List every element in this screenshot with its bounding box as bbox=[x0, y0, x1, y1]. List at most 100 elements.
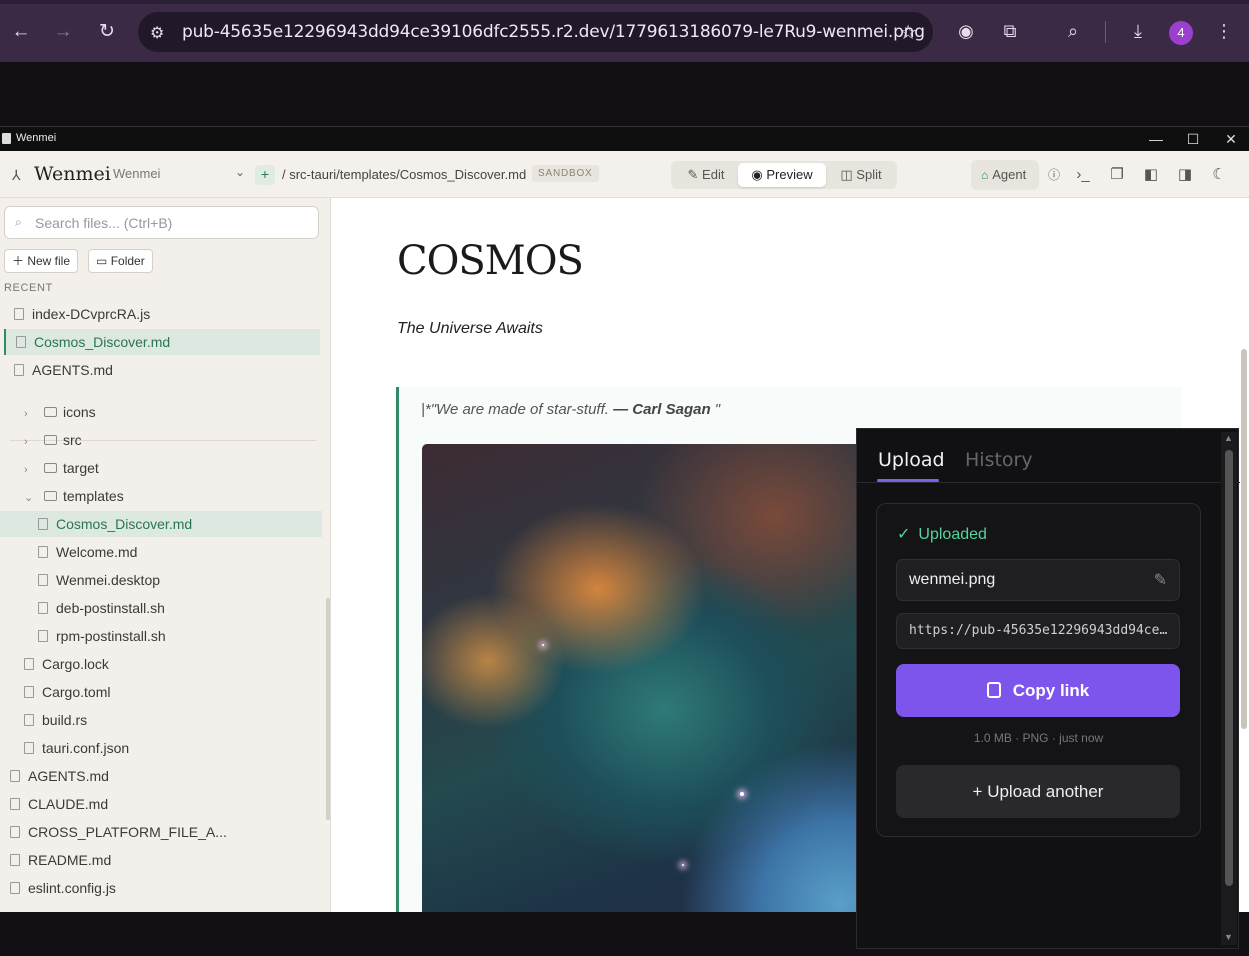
tree-file[interactable]: Welcome.md bbox=[0, 539, 322, 565]
back-icon[interactable]: ← bbox=[6, 17, 36, 47]
tree-file[interactable]: AGENTS.md bbox=[0, 763, 322, 789]
file-icon bbox=[24, 658, 34, 670]
tree-item-label: deb-postinstall.sh bbox=[56, 600, 165, 616]
filename-field[interactable]: wenmei.png ✎ bbox=[896, 559, 1180, 601]
profile-avatar[interactable]: 4 bbox=[1169, 21, 1193, 45]
upload-result-card: ✓ Uploaded wenmei.png ✎ https://pub-45635… bbox=[876, 503, 1201, 837]
reload-icon[interactable]: ↻ bbox=[92, 17, 122, 47]
tree-file[interactable]: build.rs bbox=[0, 707, 322, 733]
upload-another-button[interactable]: + Upload another bbox=[896, 765, 1180, 818]
columns-icon: ◫ bbox=[840, 167, 857, 182]
edit-pencil-icon[interactable]: ✎ bbox=[1154, 570, 1167, 590]
tree-folder-src[interactable]: › src bbox=[0, 427, 322, 453]
tree-file[interactable]: README.md bbox=[0, 847, 322, 873]
tree-folder-templates[interactable]: ⌄ templates bbox=[0, 483, 322, 509]
tree-file[interactable]: tauri.conf.json bbox=[0, 735, 322, 761]
tree-folder-target[interactable]: › target bbox=[0, 455, 322, 481]
close-window-button[interactable]: ✕ bbox=[1216, 128, 1246, 150]
moon-icon[interactable]: ☾ bbox=[1209, 165, 1229, 185]
link-field[interactable]: https://pub-45635e12296943dd94ce39106dfc… bbox=[896, 613, 1180, 649]
file-icon bbox=[10, 854, 20, 866]
window-titlebar: Wenmei — ☐ ✕ bbox=[0, 126, 1249, 151]
download-icon[interactable]: ⤓ bbox=[1124, 17, 1152, 45]
tab-edit[interactable]: ✎ Edit bbox=[675, 163, 737, 187]
minimize-button[interactable]: — bbox=[1141, 128, 1171, 150]
address-bar[interactable]: ⚙ pub-45635e12296943dd94ce39106dfc2555.r… bbox=[138, 12, 933, 52]
info-icon[interactable]: ⓘ bbox=[1044, 165, 1064, 185]
tree-file[interactable]: Cargo.lock bbox=[0, 651, 322, 677]
window-title: Wenmei bbox=[16, 132, 57, 144]
scroll-down-arrow-icon[interactable]: ▼ bbox=[1224, 932, 1233, 942]
recent-item[interactable]: index-DCvprcRA.js bbox=[4, 301, 320, 327]
app-window-icon bbox=[2, 133, 11, 144]
new-file-button[interactable]: ＋ New file bbox=[4, 249, 79, 273]
tree-item-label: Cargo.toml bbox=[42, 684, 111, 700]
taskbar-gap bbox=[0, 912, 856, 956]
workspace-select[interactable]: Wenmei bbox=[113, 166, 160, 181]
panel-left-icon[interactable]: ◧ bbox=[1141, 165, 1161, 185]
tree-file-selected[interactable]: Cosmos_Discover.md bbox=[0, 511, 322, 537]
file-icon bbox=[10, 826, 20, 838]
tree-item-label: CLAUDE.md bbox=[28, 796, 109, 812]
maximize-button[interactable]: ☐ bbox=[1178, 128, 1208, 150]
copy-link-button[interactable]: Copy link bbox=[896, 664, 1180, 717]
browser-page-gap bbox=[0, 62, 1249, 126]
book-icon[interactable]: ❐ bbox=[1107, 165, 1127, 185]
tree-item-label: tauri.conf.json bbox=[42, 740, 130, 756]
tab-split-label: Split bbox=[856, 167, 882, 182]
add-button[interactable]: + bbox=[255, 165, 275, 185]
incognito-extension-icon[interactable]: ◉ bbox=[952, 17, 980, 45]
chevron-right-icon: › bbox=[24, 408, 28, 420]
chevron-down-icon[interactable]: ⌄ bbox=[235, 165, 245, 179]
link-text: https://pub-45635e12296943dd94ce39106dfc… bbox=[909, 623, 1171, 638]
tree-file[interactable]: deb-postinstall.sh bbox=[0, 595, 322, 621]
folder-label: Folder bbox=[110, 254, 145, 268]
tab-preview[interactable]: ◉ Preview bbox=[738, 163, 826, 187]
extensions-puzzle-icon[interactable]: ⧉ bbox=[996, 17, 1024, 45]
folder-open-icon bbox=[44, 491, 57, 501]
quote-end: " bbox=[710, 401, 721, 418]
tree-file[interactable]: Cargo.toml bbox=[0, 679, 322, 705]
scroll-up-arrow-icon[interactable]: ▲ bbox=[1224, 433, 1233, 443]
tree-item-label: build.rs bbox=[42, 712, 88, 728]
file-icon bbox=[24, 742, 34, 754]
bookmark-star-icon[interactable]: ☆ bbox=[899, 20, 917, 45]
upload-panel: Upload History ✓ Uploaded wenmei.png ✎ ht… bbox=[856, 428, 1240, 949]
file-sidebar: ⌕ Search files... (Ctrl+B) ＋ New file ▭ … bbox=[0, 198, 331, 912]
url-text[interactable]: pub-45635e12296943dd94ce39106dfc2555.r2.… bbox=[182, 22, 925, 42]
recent-item[interactable]: AGENTS.md bbox=[4, 357, 320, 383]
file-icon bbox=[38, 518, 48, 530]
cast-search-icon[interactable]: ⌕ bbox=[1059, 17, 1087, 45]
panel-scrollbar[interactable]: ▲ ▼ bbox=[1221, 432, 1237, 945]
folder-icon: ▭ bbox=[96, 254, 108, 268]
new-folder-button[interactable]: ▭ Folder bbox=[88, 249, 153, 273]
file-icon bbox=[16, 336, 26, 348]
tree-item-label: CROSS_PLATFORM_FILE_A... bbox=[28, 824, 227, 840]
star-sparkle bbox=[740, 792, 744, 796]
file-icon bbox=[24, 714, 34, 726]
tree-file[interactable]: rpm-postinstall.sh bbox=[0, 623, 322, 649]
check-icon: ✓ bbox=[897, 526, 911, 543]
browser-menu-icon[interactable]: ⋮ bbox=[1210, 17, 1238, 45]
forward-icon[interactable]: → bbox=[48, 17, 78, 47]
panel-right-icon[interactable]: ◨ bbox=[1175, 165, 1195, 185]
scrollbar-thumb[interactable] bbox=[1225, 450, 1233, 886]
terminal-icon[interactable]: ›_ bbox=[1073, 165, 1093, 185]
tree-file[interactable]: CLAUDE.md bbox=[0, 791, 322, 817]
app-topbar: ⅄ Wenmei Wenmei ⌄ + / src-tauri/template… bbox=[0, 151, 1249, 198]
sidebar-scrollbar[interactable] bbox=[326, 598, 330, 820]
tab-history[interactable]: History bbox=[965, 449, 1033, 471]
site-info-icon[interactable]: ⚙ bbox=[150, 23, 168, 42]
search-input[interactable]: ⌕ Search files... (Ctrl+B) bbox=[4, 206, 319, 239]
tab-split[interactable]: ◫ Split bbox=[829, 163, 893, 187]
recent-item-selected[interactable]: Cosmos_Discover.md bbox=[4, 329, 320, 355]
logo-icon: ⅄ bbox=[12, 167, 21, 183]
tree-file[interactable]: CROSS_PLATFORM_FILE_A... bbox=[0, 819, 322, 845]
tree-file[interactable]: eslint.config.js bbox=[0, 875, 322, 901]
tab-upload[interactable]: Upload bbox=[878, 449, 945, 471]
preview-scrollbar[interactable] bbox=[1241, 349, 1247, 729]
agent-button[interactable]: ⌂ Agent bbox=[971, 160, 1039, 190]
document-subtitle: The Universe Awaits bbox=[397, 320, 543, 337]
tree-folder-icons[interactable]: › icons bbox=[0, 399, 322, 425]
tree-file[interactable]: Wenmei.desktop bbox=[0, 567, 322, 593]
